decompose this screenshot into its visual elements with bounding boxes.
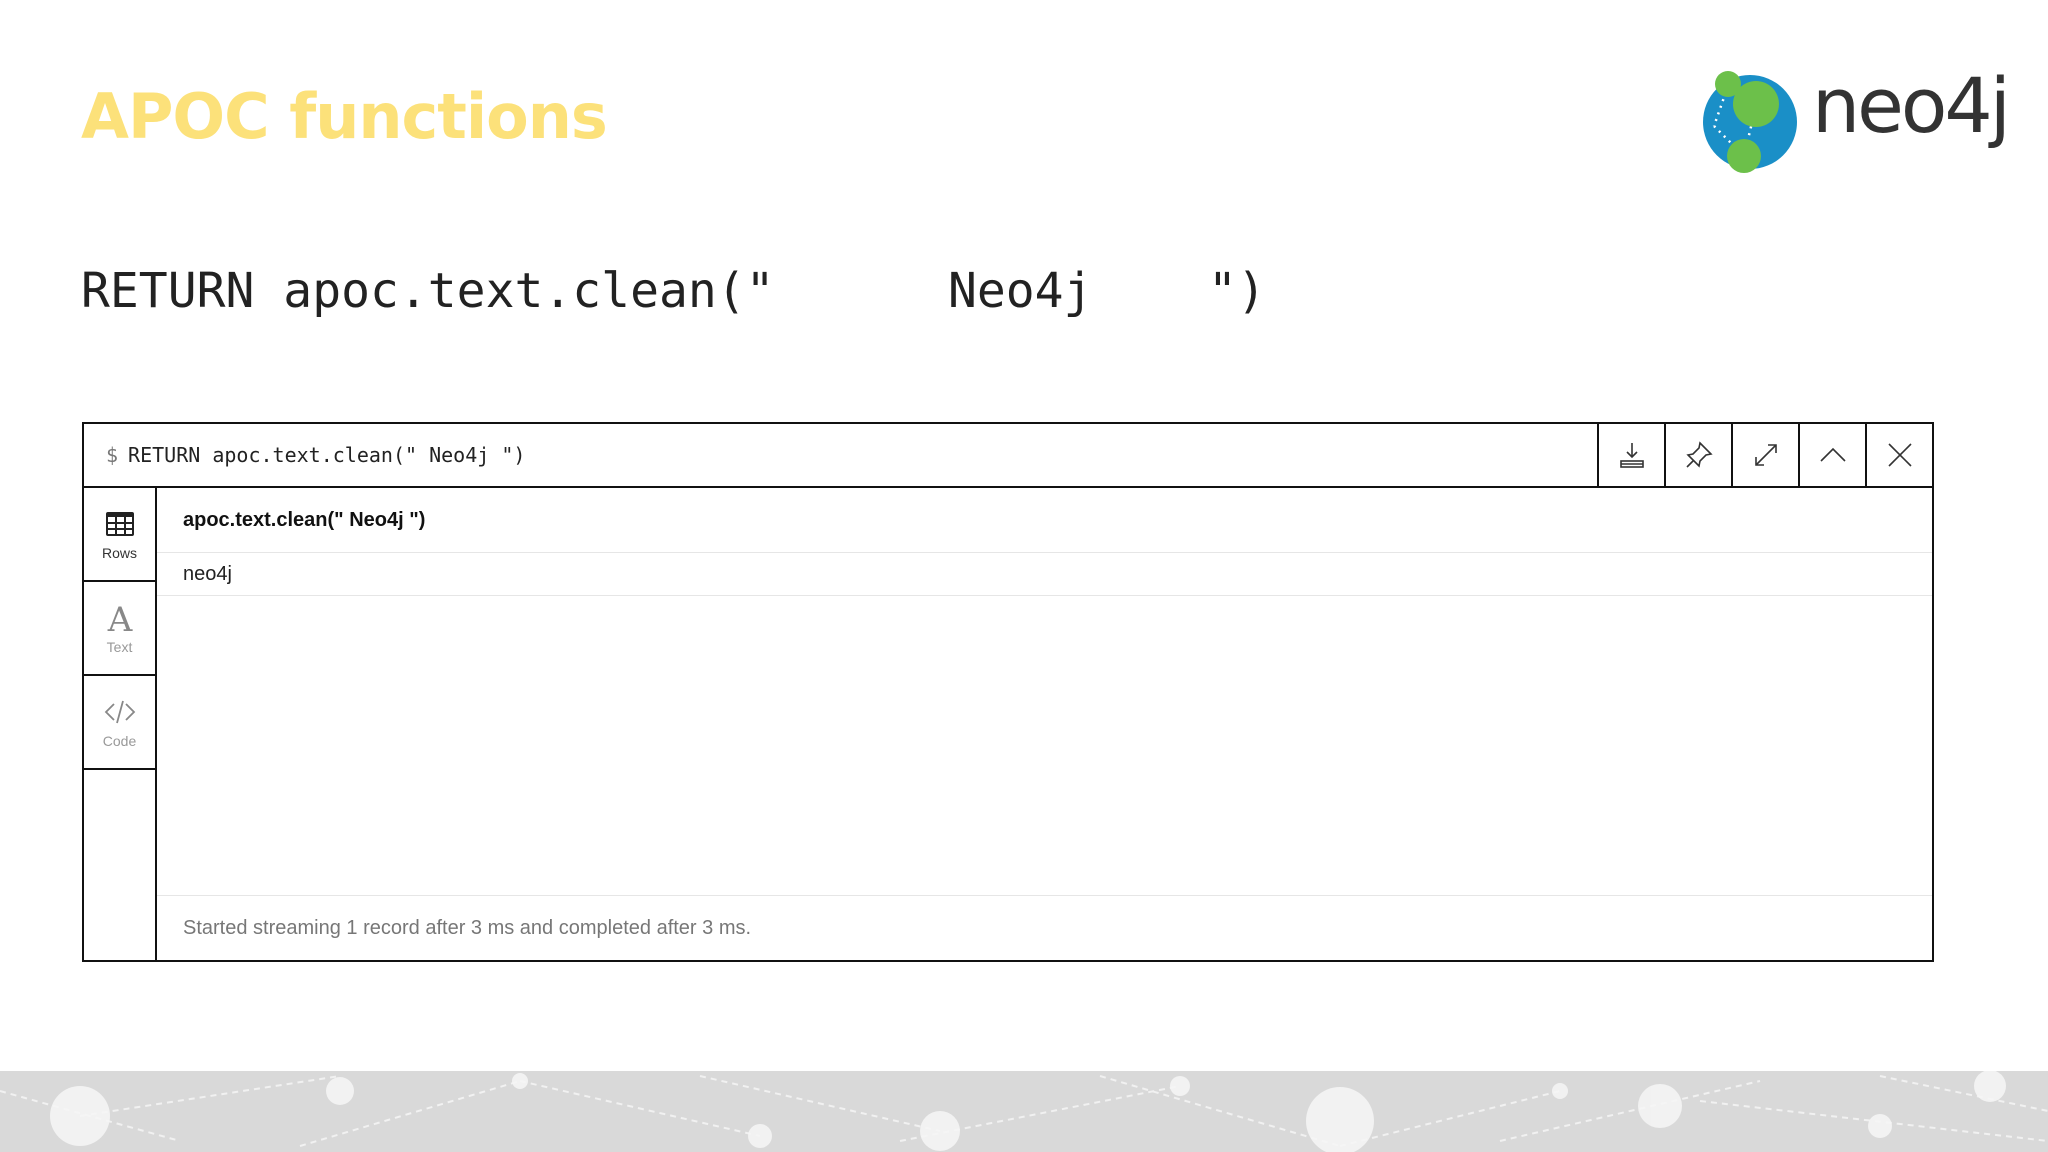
- pin-button[interactable]: [1664, 424, 1731, 486]
- frame-actions: [1597, 424, 1932, 486]
- code-icon: [104, 700, 135, 724]
- query-text: RETURN apoc.text.clean(" Neo4j "): [128, 443, 526, 467]
- result-frame: $ RETURN apoc.text.clean(" Neo4j ") Rows…: [82, 422, 1934, 962]
- code-example: RETURN apoc.text.clean(" Neo4j "): [81, 263, 1266, 319]
- close-icon: [1887, 443, 1912, 467]
- neo4j-logo: neo4j: [1700, 66, 2011, 176]
- neo4j-graph-icon: [1703, 71, 1797, 173]
- pin-icon: [1685, 441, 1713, 468]
- collapse-button[interactable]: [1798, 424, 1865, 486]
- table-row: neo4j: [157, 553, 1932, 596]
- svg-text:A: A: [106, 601, 132, 635]
- graph-pattern-decoration: [0, 1071, 2048, 1152]
- frame-header: $ RETURN apoc.text.clean(" Neo4j "): [84, 424, 1932, 488]
- collapse-up-icon: [1819, 447, 1846, 462]
- text-icon: A: [106, 601, 132, 635]
- column-header: apoc.text.clean(" Neo4j "): [157, 488, 1932, 553]
- sidebar-item-code[interactable]: Code: [84, 676, 155, 770]
- prompt-symbol: $: [106, 443, 119, 467]
- download-icon: [1619, 443, 1644, 468]
- sidebar-item-label: Code: [102, 733, 137, 749]
- slide-title: APOC functions: [81, 80, 608, 153]
- expand-button[interactable]: [1731, 424, 1798, 486]
- download-button[interactable]: [1597, 424, 1664, 486]
- result-table: apoc.text.clean(" Neo4j ") neo4j Started…: [157, 488, 1932, 960]
- logo-wordmark: neo4j: [1812, 61, 2011, 150]
- view-sidebar: Rows A Text Code: [84, 488, 157, 960]
- sidebar-item-text[interactable]: A Text: [84, 582, 155, 676]
- sidebar-item-label: Rows: [101, 545, 137, 561]
- expand-icon: [1754, 444, 1777, 466]
- footer-graph-pattern: [0, 1071, 2048, 1152]
- close-button[interactable]: [1865, 424, 1932, 486]
- sidebar-item-label: Text: [106, 639, 133, 655]
- table-icon: [105, 512, 134, 536]
- sidebar-item-rows[interactable]: Rows: [84, 488, 155, 582]
- query-editor[interactable]: $ RETURN apoc.text.clean(" Neo4j "): [106, 424, 525, 486]
- status-message: Started streaming 1 record after 3 ms an…: [157, 895, 1932, 960]
